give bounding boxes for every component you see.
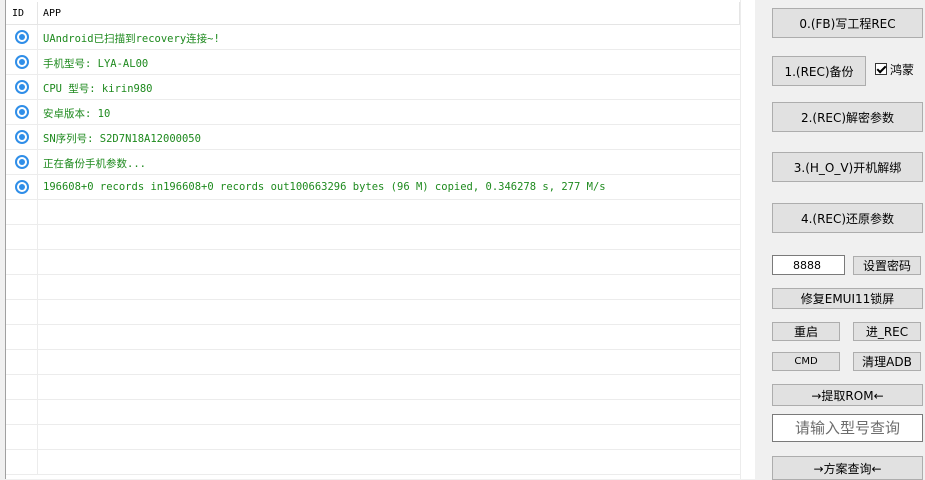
- column-divider: [37, 2, 38, 24]
- log-row[interactable]: CPU 型号: kirin980: [6, 75, 755, 100]
- id-cell: [6, 425, 38, 449]
- log-message: 安卓版本: 10: [43, 108, 111, 120]
- log-message: 196608+0 records in196608+0 records out1…: [43, 181, 606, 193]
- log-row[interactable]: [6, 350, 755, 375]
- id-cell: [6, 350, 38, 374]
- id-cell: [6, 200, 38, 224]
- log-message: CPU 型号: kirin980: [43, 83, 153, 95]
- id-cell: [6, 75, 38, 99]
- id-cell: [6, 375, 38, 399]
- log-row[interactable]: [6, 275, 755, 300]
- radio-dot-icon: [15, 80, 29, 94]
- id-cell: [6, 300, 38, 324]
- id-cell: [6, 50, 38, 74]
- log-message: 正在备份手机参数...: [43, 158, 146, 170]
- model-search-input[interactable]: [772, 414, 923, 442]
- id-cell: [6, 150, 38, 174]
- id-cell: [6, 175, 38, 199]
- radio-dot-icon: [15, 130, 29, 144]
- harmony-checkbox-label: 鸿蒙: [890, 62, 915, 77]
- id-cell: [6, 400, 38, 424]
- log-row[interactable]: [6, 375, 755, 400]
- radio-dot-icon: [15, 30, 29, 44]
- boot-unbind-button[interactable]: 3.(H_O_V)开机解绑: [772, 152, 923, 182]
- rec-restore-params-button[interactable]: 4.(REC)还原参数: [772, 203, 923, 233]
- log-row[interactable]: UAndroid已扫描到recovery连接~!: [6, 25, 755, 50]
- harmony-checkbox[interactable]: 鸿蒙: [875, 60, 914, 78]
- radio-dot-icon: [15, 55, 29, 69]
- radio-dot-icon: [15, 180, 29, 194]
- log-row[interactable]: [6, 300, 755, 325]
- plan-query-button[interactable]: →方案查询←: [772, 456, 923, 480]
- log-row[interactable]: [6, 425, 755, 450]
- radio-dot-icon: [15, 105, 29, 119]
- cmd-button[interactable]: CMD: [772, 352, 840, 371]
- column-header-app[interactable]: APP: [43, 8, 61, 19]
- log-message: UAndroid已扫描到recovery连接~!: [43, 33, 220, 45]
- password-input[interactable]: [772, 255, 845, 275]
- checkbox-checked-icon[interactable]: [875, 63, 887, 75]
- log-row[interactable]: 196608+0 records in196608+0 records out1…: [6, 175, 755, 200]
- log-row[interactable]: [6, 250, 755, 275]
- id-cell: [6, 275, 38, 299]
- id-cell: [6, 325, 38, 349]
- id-cell: [6, 100, 38, 124]
- log-message: SN序列号: S2D7N18A12000050: [43, 133, 201, 145]
- rec-backup-button[interactable]: 1.(REC)备份: [772, 56, 866, 86]
- log-row[interactable]: SN序列号: S2D7N18A12000050: [6, 125, 755, 150]
- id-cell: [6, 450, 38, 474]
- set-password-button[interactable]: 设置密码: [853, 256, 921, 275]
- id-cell: [6, 250, 38, 274]
- id-cell: [6, 25, 38, 49]
- log-row[interactable]: [6, 200, 755, 225]
- log-row[interactable]: 安卓版本: 10: [6, 100, 755, 125]
- log-header: ID APP: [6, 0, 740, 25]
- log-list: ID APP UAndroid已扫描到recovery连接~! 手机型号: LYA…: [5, 0, 755, 479]
- id-cell: [6, 125, 38, 149]
- extract-rom-button[interactable]: →提取ROM←: [772, 384, 923, 406]
- fix-emui11-lockscreen-button[interactable]: 修复EMUI11锁屏: [772, 288, 923, 309]
- column-header-id[interactable]: ID: [12, 8, 24, 19]
- log-rows: UAndroid已扫描到recovery连接~! 手机型号: LYA-AL00 CP…: [6, 25, 755, 475]
- log-row[interactable]: 手机型号: LYA-AL00: [6, 50, 755, 75]
- log-row[interactable]: [6, 225, 755, 250]
- radio-dot-icon: [15, 155, 29, 169]
- log-message: 手机型号: LYA-AL00: [43, 58, 149, 70]
- log-row[interactable]: 正在备份手机参数...: [6, 150, 755, 175]
- id-cell: [6, 225, 38, 249]
- enter-rec-button[interactable]: 进_REC: [853, 322, 921, 341]
- log-row[interactable]: [6, 325, 755, 350]
- reboot-button[interactable]: 重启: [772, 322, 840, 341]
- log-row[interactable]: [6, 400, 755, 425]
- rec-decrypt-params-button[interactable]: 2.(REC)解密参数: [772, 102, 923, 132]
- write-engineering-rec-button[interactable]: 0.(FB)写工程REC: [772, 8, 923, 38]
- scrollbar-area[interactable]: [740, 0, 755, 479]
- clear-adb-button[interactable]: 清理ADB: [853, 352, 921, 371]
- log-row[interactable]: [6, 450, 755, 475]
